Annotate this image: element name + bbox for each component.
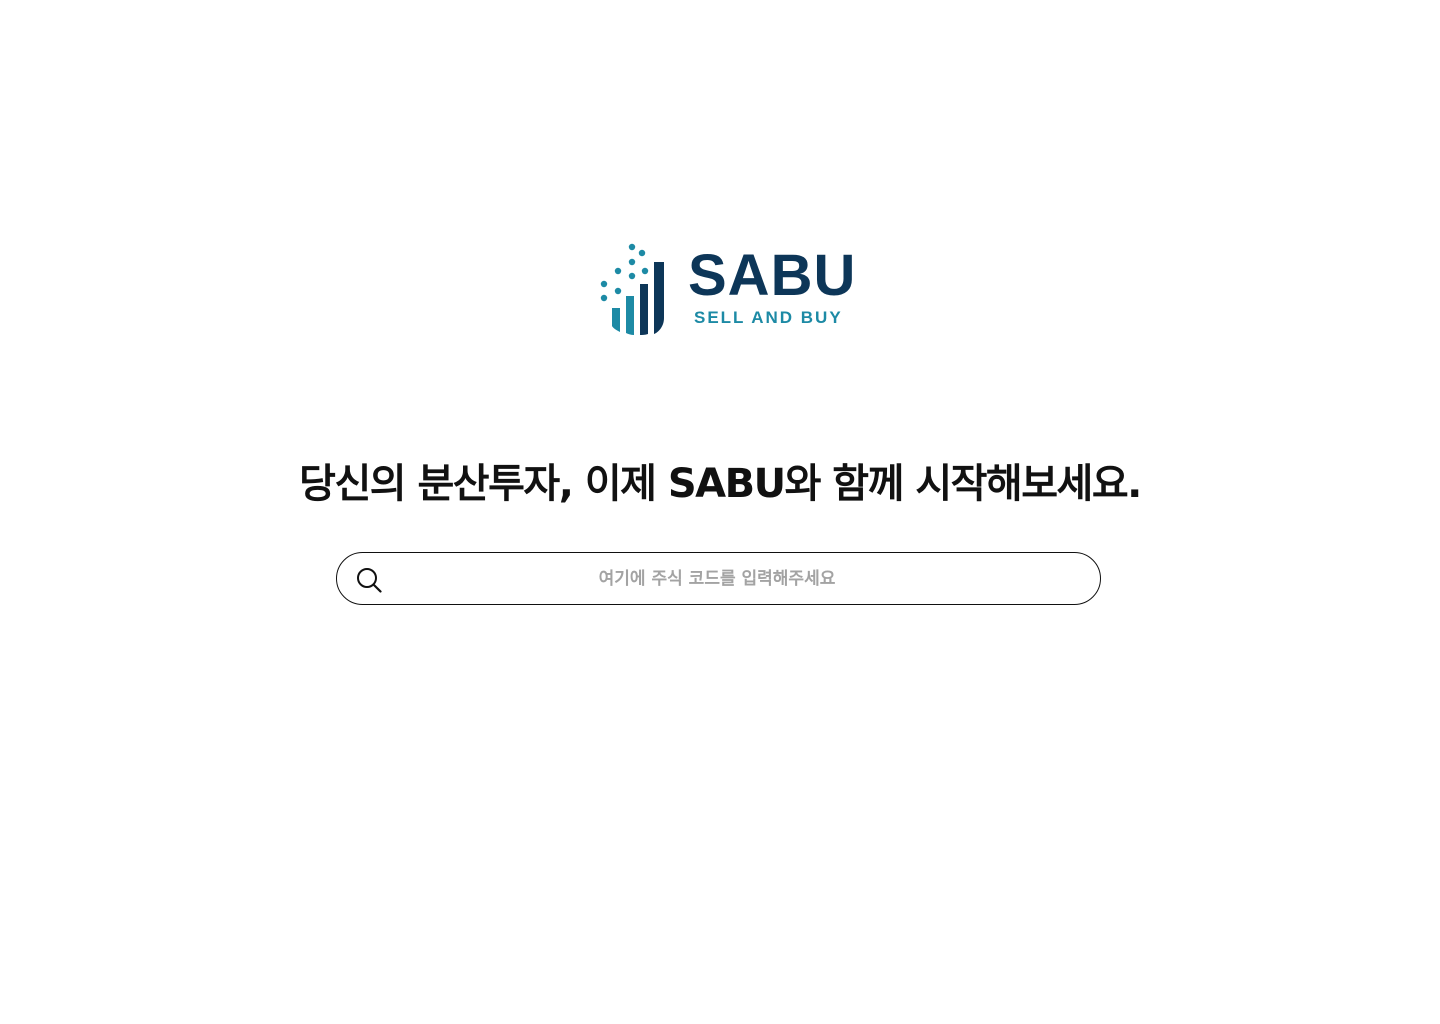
- sabu-logo: SABU SELL AND BUY: [596, 240, 856, 340]
- logo-mark-icon: [600, 243, 664, 335]
- landing-page: SABU SELL AND BUY 당신의 분산투자, 이제 SABU와 함께 …: [0, 0, 1440, 1024]
- stock-code-search-input[interactable]: [397, 553, 1037, 604]
- hero-headline: 당신의 분산투자, 이제 SABU와 함께 시작해보세요.: [299, 461, 1142, 507]
- logo-wordmark: SABU: [688, 243, 857, 308]
- logo-tagline: SELL AND BUY: [694, 308, 843, 327]
- search-icon[interactable]: [355, 566, 383, 594]
- stock-search-bar[interactable]: [336, 552, 1101, 605]
